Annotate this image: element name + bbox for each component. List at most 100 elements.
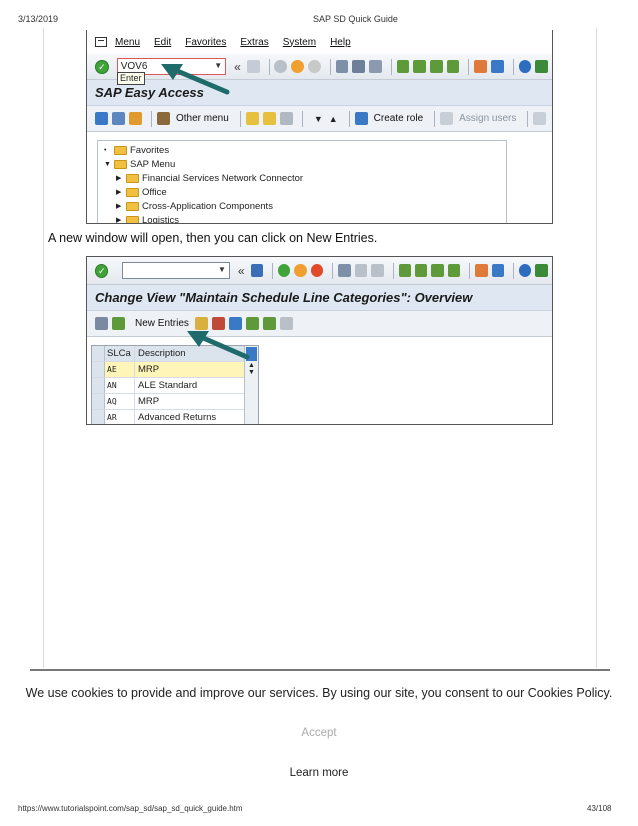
save-icon[interactable] <box>250 264 264 277</box>
column-header-description[interactable]: Description <box>135 346 258 361</box>
description-cell[interactable]: MRP <box>135 394 258 409</box>
delete-icon[interactable] <box>211 317 225 330</box>
next-page-icon[interactable] <box>429 60 443 73</box>
table-row[interactable]: AQ MRP <box>92 394 258 410</box>
row-selector[interactable] <box>92 410 105 424</box>
menu-icon[interactable] <box>95 37 107 47</box>
print-icon[interactable] <box>335 60 349 73</box>
move-down-icon[interactable]: ▼ <box>314 114 323 124</box>
description-cell[interactable]: Advanced Returns <box>135 410 258 424</box>
other-menu-button[interactable]: Other menu <box>176 113 229 124</box>
new-entries-button[interactable]: New Entries <box>135 318 189 329</box>
find-icon[interactable] <box>354 264 368 277</box>
last-page-icon[interactable] <box>447 264 461 277</box>
add-favorite-icon[interactable] <box>245 112 259 125</box>
customize-layout-icon[interactable] <box>535 60 548 73</box>
table-row[interactable]: AR Advanced Returns <box>92 410 258 424</box>
user-menu-icon[interactable] <box>95 112 108 125</box>
select-all-icon[interactable] <box>245 317 259 330</box>
next-page-icon[interactable] <box>431 264 444 277</box>
row-selector[interactable] <box>92 362 105 377</box>
assign-users-button[interactable]: Assign users <box>459 113 516 124</box>
back-icon[interactable] <box>277 264 291 277</box>
learn-more-link[interactable]: Learn more <box>0 767 638 779</box>
previous-page-icon[interactable] <box>414 264 428 277</box>
tree-node[interactable]: ▶ Cross-Application Components <box>104 199 506 213</box>
cancel-icon[interactable] <box>310 264 324 277</box>
scroll-up-icon[interactable]: ▲ <box>245 362 258 369</box>
copy-as-icon[interactable] <box>194 317 208 330</box>
enter-check-icon[interactable]: ✓ <box>95 263 109 278</box>
help-icon[interactable] <box>519 264 532 277</box>
previous-page-icon[interactable] <box>413 60 426 73</box>
sap-menu-icon[interactable] <box>112 112 125 125</box>
delete-favorite-icon[interactable] <box>262 112 276 125</box>
table-settings-icon[interactable] <box>246 347 257 361</box>
new-session-icon[interactable] <box>475 264 488 277</box>
column-header-slca[interactable]: SLCa <box>105 346 135 361</box>
tree-node[interactable]: ▶ Office <box>104 185 506 199</box>
exit-icon[interactable] <box>294 264 307 277</box>
collapse-double-arrow-icon[interactable]: « <box>238 264 245 278</box>
print-icon[interactable] <box>338 264 351 277</box>
find-next-icon[interactable] <box>368 60 382 73</box>
tree-node-sap-menu[interactable]: ▼ SAP Menu <box>104 157 506 171</box>
menu-item-edit[interactable]: Edit <box>154 37 171 48</box>
select-block-icon[interactable] <box>262 317 276 330</box>
slca-cell[interactable]: AR <box>105 410 135 424</box>
tree-node[interactable]: ▶ Logistics <box>104 213 506 223</box>
create-role-icon[interactable] <box>354 112 368 125</box>
save-icon[interactable] <box>246 60 260 73</box>
cancel-icon[interactable] <box>307 60 321 73</box>
scroll-down-icon[interactable]: ▼ <box>245 369 258 376</box>
table-row[interactable]: AE MRP <box>92 362 258 378</box>
slca-cell[interactable]: AQ <box>105 394 135 409</box>
collapse-double-arrow-icon[interactable]: « <box>234 60 241 74</box>
collapsed-bullet-icon[interactable]: • <box>104 147 114 154</box>
assign-users-icon[interactable] <box>440 112 454 125</box>
exit-icon[interactable] <box>291 60 304 73</box>
tree-node-favorites[interactable]: • Favorites <box>104 143 506 157</box>
chevron-down-icon[interactable]: ▼ <box>214 61 222 70</box>
business-workplace-icon[interactable] <box>129 112 142 125</box>
display-change-icon[interactable] <box>95 317 108 330</box>
customize-layout-icon[interactable] <box>535 264 548 277</box>
menu-item-extras[interactable]: Extras <box>240 37 268 48</box>
chevron-down-icon[interactable]: ▼ <box>218 265 226 274</box>
deselect-all-icon[interactable] <box>279 317 293 330</box>
undo-change-icon[interactable] <box>228 317 242 330</box>
menu-item-help[interactable]: Help <box>330 37 351 48</box>
help-icon[interactable] <box>518 60 532 73</box>
move-up-icon[interactable]: ▲ <box>329 114 338 124</box>
row-selector[interactable] <box>92 378 105 393</box>
accept-button[interactable]: Accept <box>0 727 638 739</box>
shortcut-icon[interactable] <box>490 60 504 73</box>
first-page-icon[interactable] <box>398 264 411 277</box>
tree-node[interactable]: ▶ Financial Services Network Connector <box>104 171 506 185</box>
select-all-cell[interactable] <box>92 346 105 361</box>
command-field[interactable]: ▼ <box>122 262 230 279</box>
menu-item-system[interactable]: System <box>283 37 316 48</box>
collapsed-triangle-icon[interactable]: ▶ <box>116 202 126 210</box>
new-session-icon[interactable] <box>474 60 487 73</box>
collapsed-triangle-icon[interactable]: ▶ <box>116 174 126 182</box>
menu-item-favorites[interactable]: Favorites <box>185 37 226 48</box>
check-icon[interactable] <box>112 317 125 330</box>
change-favorite-icon[interactable] <box>279 112 293 125</box>
row-selector[interactable] <box>92 394 105 409</box>
slca-cell[interactable]: AN <box>105 378 135 393</box>
first-page-icon[interactable] <box>396 60 410 73</box>
expanded-triangle-icon[interactable]: ▼ <box>104 161 114 168</box>
shortcut-icon[interactable] <box>491 264 505 277</box>
menu-item-menu[interactable]: Menu <box>115 37 140 48</box>
vertical-scrollbar[interactable]: ▲ ▼ <box>244 346 258 424</box>
description-cell[interactable]: MRP <box>135 362 258 377</box>
collapsed-triangle-icon[interactable]: ▶ <box>116 216 126 223</box>
table-row[interactable]: AN ALE Standard <box>92 378 258 394</box>
description-cell[interactable]: ALE Standard <box>135 378 258 393</box>
find-icon[interactable] <box>352 60 365 73</box>
other-menu-icon[interactable] <box>157 112 170 125</box>
slca-cell[interactable]: AE <box>105 362 135 377</box>
find-next-icon[interactable] <box>371 264 384 277</box>
documentation-icon[interactable] <box>533 112 547 125</box>
